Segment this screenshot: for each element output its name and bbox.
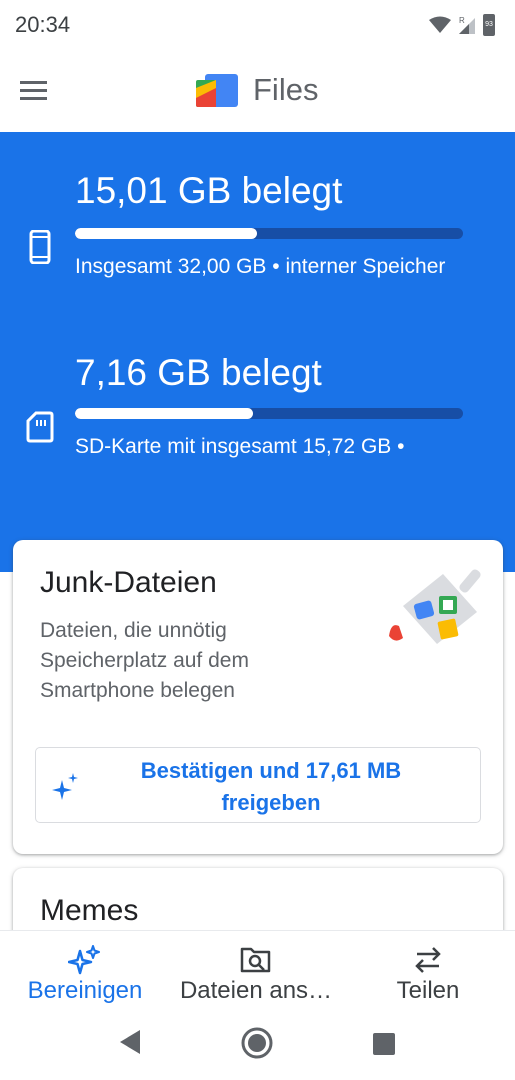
app-title: Files bbox=[253, 72, 319, 107]
nav-share[interactable]: Teilen bbox=[368, 931, 488, 1011]
nav-browse-label: Dateien ans… bbox=[179, 977, 333, 1004]
internal-storage[interactable]: 15,01 GB belegt Insgesamt 32,00 GB • int… bbox=[0, 132, 515, 312]
sd-usage-fill bbox=[75, 408, 254, 419]
junk-card-title: Junk-Dateien bbox=[40, 566, 217, 599]
storage-panel: 15,01 GB belegt Insgesamt 32,00 GB • int… bbox=[0, 132, 515, 572]
home-icon[interactable] bbox=[240, 1026, 274, 1060]
roaming-indicator: R bbox=[459, 16, 465, 25]
status-time: 20:34 bbox=[15, 12, 71, 37]
files-logo-icon bbox=[196, 74, 238, 107]
battery-icon: 93 bbox=[483, 14, 495, 36]
internal-subtitle: Insgesamt 32,00 GB • interner Speicher bbox=[75, 255, 446, 278]
phone-icon bbox=[29, 230, 51, 264]
swap-arrows-icon bbox=[415, 947, 441, 973]
nav-browse[interactable]: Dateien ans… bbox=[170, 931, 342, 1011]
sd-usage-bar bbox=[75, 408, 463, 419]
status-bar: 20:34 R 93 bbox=[0, 0, 515, 52]
internal-usage-bar bbox=[75, 228, 463, 239]
free-up-space-label: Bestätigen und 17,61 MB freigeben bbox=[140, 758, 402, 815]
back-icon[interactable] bbox=[118, 1028, 142, 1056]
free-up-space-button[interactable]: Bestätigen und 17,61 MB freigeben bbox=[35, 747, 481, 823]
nav-share-label: Teilen bbox=[396, 977, 460, 1004]
cleanup-illustration-icon bbox=[389, 569, 481, 644]
junk-files-card: Junk-Dateien Dateien, die unnötig Speich… bbox=[13, 540, 503, 854]
sparkle-icon bbox=[68, 945, 100, 975]
cell-signal-icon: R bbox=[459, 16, 475, 34]
wifi-icon bbox=[429, 16, 451, 33]
nav-clean-label: Bereinigen bbox=[27, 977, 143, 1004]
sd-used-label: 7,16 GB belegt bbox=[75, 352, 322, 393]
nav-clean[interactable]: Bereinigen bbox=[10, 931, 160, 1011]
internal-usage-fill bbox=[75, 228, 258, 239]
bottom-navigation: Bereinigen Dateien ans… Teilen bbox=[0, 930, 515, 1010]
menu-button[interactable] bbox=[20, 76, 60, 108]
sd-subtitle: SD-Karte mit insgesamt 15,72 GB • bbox=[75, 435, 405, 458]
system-navigation bbox=[0, 1010, 515, 1080]
junk-card-description: Dateien, die unnötig Speicherplatz auf d… bbox=[40, 619, 249, 702]
app-logo: Files bbox=[195, 72, 318, 108]
internal-used-label: 15,01 GB belegt bbox=[75, 170, 343, 211]
memes-card-title: Memes bbox=[40, 894, 139, 927]
sd-card-storage[interactable]: 7,16 GB belegt SD-Karte mit insgesamt 15… bbox=[0, 312, 515, 492]
recents-icon[interactable] bbox=[372, 1032, 396, 1056]
sparkle-icon bbox=[52, 773, 78, 800]
sd-card-icon bbox=[26, 411, 54, 443]
app-bar: Files bbox=[0, 52, 515, 132]
folder-search-icon bbox=[240, 947, 271, 973]
battery-level: 93 bbox=[485, 21, 493, 28]
status-icons: R 93 bbox=[429, 14, 495, 36]
